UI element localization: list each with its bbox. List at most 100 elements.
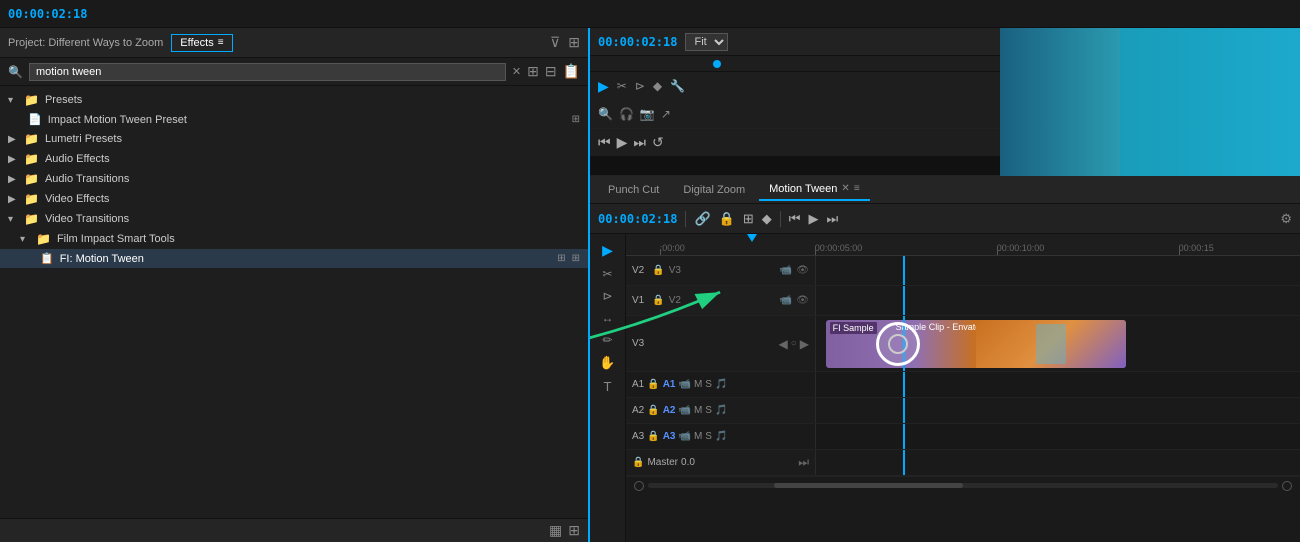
edit-tool-icon[interactable]: ✂ [602,267,612,281]
track-master-lock-icon[interactable]: 🔒 [632,457,644,468]
new-bin-icon[interactable]: ⊞ [568,34,580,51]
track-a2-s[interactable]: S [705,405,712,416]
filter-icon[interactable]: ⊽ [550,34,560,51]
tl-marker-icon[interactable]: ◆ [762,211,772,227]
track-v2-lock-icon[interactable]: 🔒 [652,265,664,276]
tl-scroll-thumb [774,483,963,488]
track-a3-vol-icon[interactable]: 🎵 [715,431,727,442]
effects-tab[interactable]: Effects ≡ [171,34,232,52]
play-icon[interactable]: ▶ [598,78,609,95]
impact-motion-tween-item[interactable]: 📄 Impact Motion Tween Preset ⊞ [0,110,588,129]
track-a1-lock-icon[interactable]: 🔒 [647,379,659,390]
track-a2-name: A2 [632,405,644,416]
track-v1: V1 🔒 V2 📹 👁 [626,286,1300,316]
tl-snap-icon[interactable]: 🔗 [694,211,710,227]
search-clear-icon[interactable]: ✕ [512,65,521,78]
tl-step-fwd-icon[interactable]: ⏭ [826,211,838,227]
tl-settings-icon[interactable]: ⚙ [1280,211,1292,227]
track-nav-circle[interactable]: ○ [791,338,797,349]
camera-icon[interactable]: 📷 [640,107,655,121]
ripple-tool-icon[interactable]: ⊳ [602,289,612,303]
presets-category[interactable]: ▾ 📁 Presets [0,90,588,110]
lumetri-category[interactable]: ▶ 📁 Lumetri Presets [0,129,588,149]
track-a3-s[interactable]: S [705,431,712,442]
left-panel: Project: Different Ways to Zoom Effects … [0,28,590,542]
tab-close-icon[interactable]: ✕ [841,183,849,194]
mark-icon[interactable]: ◆ [653,79,662,93]
video-effects-arrow: ▶ [8,194,18,205]
track-v2-label: V2 🔒 V3 📹 👁 [626,256,816,285]
hand-tool-icon[interactable]: ✋ [599,355,615,371]
tab-punch-cut[interactable]: Punch Cut [598,180,669,200]
timeline-controls: 00:00:02:18 🔗 🔒 ⊞ ◆ ⏮ ▶ ⏭ ⚙ [590,204,1300,234]
track-master-end-icon[interactable]: ⏭ [798,455,809,470]
footer-new-icon[interactable]: ⊞ [568,522,580,539]
tl-scroll-circle-start[interactable] [634,481,644,491]
tl-link-icon[interactable]: 🔒 [719,211,735,227]
film-impact-category[interactable]: ▾ 📁 Film Impact Smart Tools [0,229,588,249]
tl-step-back-icon[interactable]: ⏮ [789,211,801,227]
track-a3-label: A3 🔒 A3 📹 M S 🎵 [626,424,816,449]
tl-separator1 [685,211,686,227]
track-a3-lock-icon[interactable]: 🔒 [647,431,659,442]
track-v1-video-icon[interactable]: 📹 [780,295,792,306]
ripple-icon[interactable]: ⊳ [635,79,645,93]
film-impact-folder-icon: 📁 [36,232,51,246]
search-action3-icon[interactable]: 📋 [563,63,580,80]
track-v1-eye-icon[interactable]: 👁 [796,295,809,306]
zoom-icon[interactable]: 🔍 [598,107,613,121]
loop-icon[interactable]: ↺ [652,134,664,151]
track-v2-video-icon[interactable]: 📹 [780,265,792,276]
select-tool-icon[interactable]: ▶ [602,242,613,259]
track-a1-vol-icon[interactable]: 🎵 [715,379,727,390]
track-a1-m[interactable]: M [694,379,702,390]
fit-select[interactable]: Fit [685,33,728,51]
track-v3: V3 ◀ ○ ▶ FI S [626,316,1300,372]
slide-tool-icon[interactable]: ↔ [602,311,614,325]
pen-tool-icon[interactable]: ✏ [602,333,612,347]
fi-motion-tween-badge1-icon: ⊞ [557,253,565,264]
tab-menu-icon[interactable]: ≡ [854,183,860,194]
track-a2-lock-icon[interactable]: 🔒 [647,405,659,416]
step-forward-icon[interactable]: ⏭ [633,134,646,151]
text-tool-icon[interactable]: T [604,379,612,394]
ruler-playhead [747,234,757,242]
search-action1-icon[interactable]: ⊞ [527,63,539,80]
track-a2-clip-icon[interactable]: 📹 [678,405,690,416]
footer-grid-icon[interactable]: ▦ [549,522,562,539]
tl-scroll-bar[interactable] [648,483,1278,488]
search-input[interactable] [29,63,506,81]
track-a1-s[interactable]: S [705,379,712,390]
tl-scroll-circle-end[interactable] [1282,481,1292,491]
tab-motion-tween[interactable]: Motion Tween ✕ ≡ [759,179,870,201]
step-back-icon[interactable]: ⏮ [598,134,611,151]
fi-motion-tween-item[interactable]: 📋 FI: Motion Tween ⊞ ⊞ [0,249,588,268]
preview-scrubber-area [590,56,1000,72]
tab-digital-zoom[interactable]: Digital Zoom [673,180,755,200]
tl-play-icon[interactable]: ▶ [808,211,818,227]
track-a2-vol-icon[interactable]: 🎵 [715,405,727,416]
track-a3-m[interactable]: M [694,431,702,442]
track-nav-prev[interactable]: ◀ [778,337,787,351]
ruler-labels: :00:00 00:00:05:00 00:00:10:00 00:00:15 [626,234,1300,255]
main-layout: Project: Different Ways to Zoom Effects … [0,28,1300,542]
video-effects-category[interactable]: ▶ 📁 Video Effects [0,189,588,209]
play-pause-icon[interactable]: ▶ [617,134,628,151]
tl-insert-icon[interactable]: ⊞ [743,211,754,227]
track-v2-eye-icon[interactable]: 👁 [796,265,809,276]
clip-sample-block[interactable]: FI Sample Sample Clip - Envato Elements [826,320,1126,368]
track-a1-clip-icon[interactable]: 📹 [678,379,690,390]
audio-transitions-category[interactable]: ▶ 📁 Audio Transitions [0,169,588,189]
video-transitions-category[interactable]: ▾ 📁 Video Transitions [0,209,588,229]
track-nav-next[interactable]: ▶ [800,337,809,351]
head-icon[interactable]: 🎧 [619,107,634,121]
track-v2: V2 🔒 V3 📹 👁 [626,256,1300,286]
track-a2-m[interactable]: M [694,405,702,416]
search-action2-icon[interactable]: ⊟ [545,63,557,80]
audio-effects-category[interactable]: ▶ 📁 Audio Effects [0,149,588,169]
track-a3-clip-icon[interactable]: 📹 [678,431,690,442]
track-v1-lock-icon[interactable]: 🔒 [652,295,664,306]
trim-icon[interactable]: ✂ [617,79,627,93]
wrench-icon[interactable]: 🔧 [670,79,685,93]
export-icon[interactable]: ↗ [661,107,671,121]
